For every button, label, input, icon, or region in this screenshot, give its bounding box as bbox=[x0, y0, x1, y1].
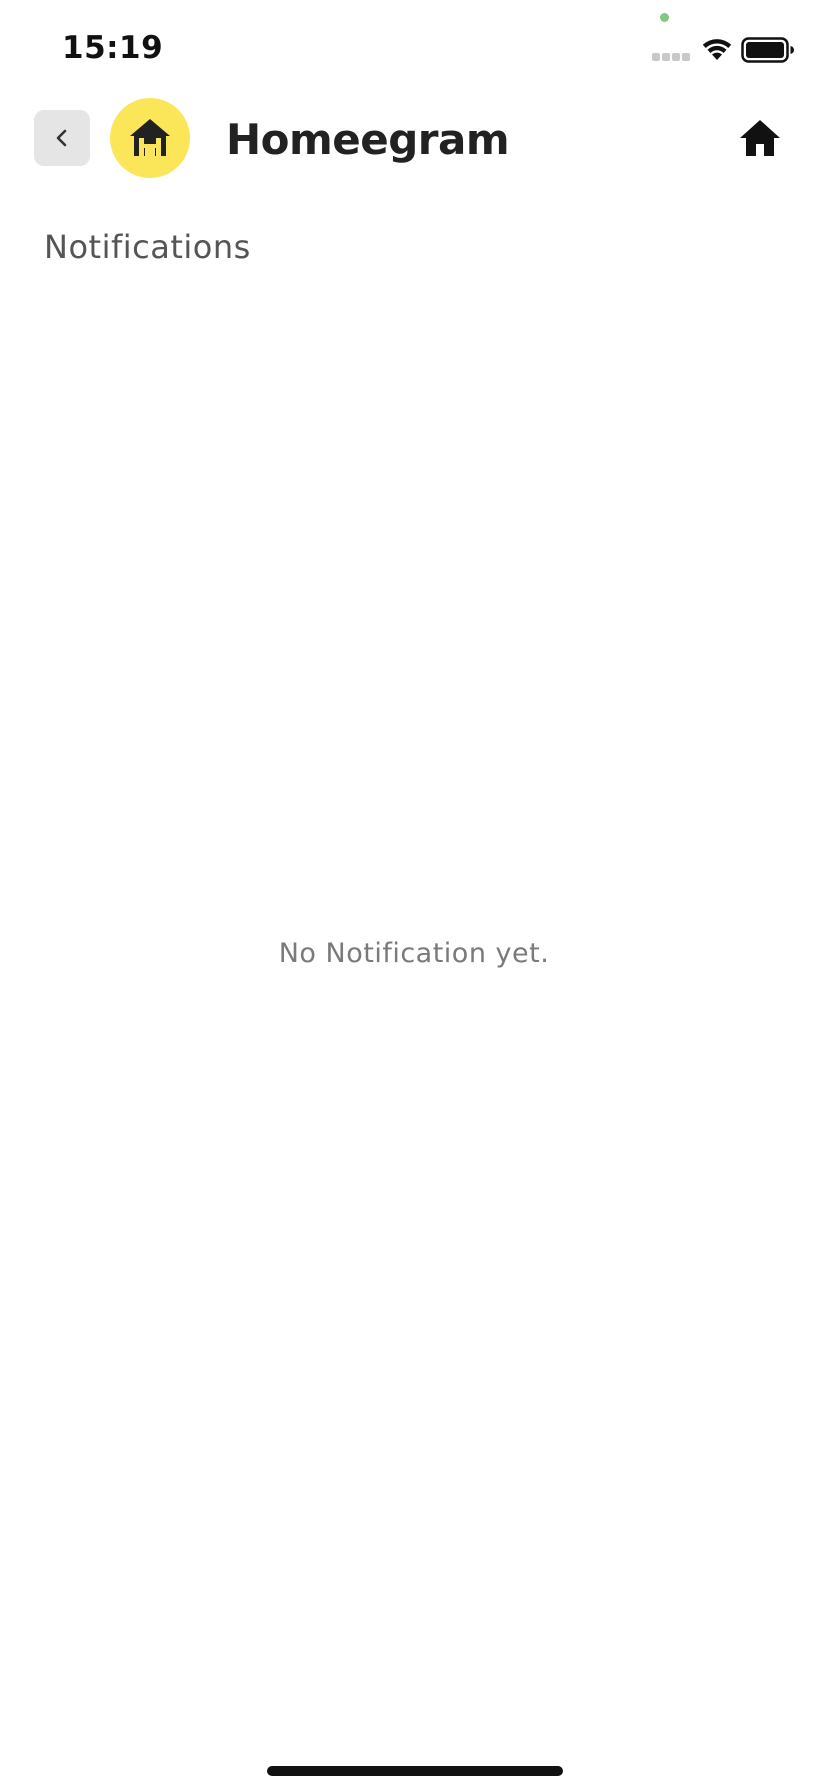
chevron-left-icon bbox=[56, 129, 67, 147]
page-title: Notifications bbox=[44, 228, 251, 266]
status-bar: 15:19 bbox=[0, 0, 828, 88]
wifi-icon bbox=[702, 39, 732, 60]
app-logo bbox=[110, 98, 190, 178]
home-indicator bbox=[267, 1766, 563, 1776]
homeegram-logo-icon bbox=[130, 119, 170, 156]
privacy-indicator-dot bbox=[660, 13, 669, 22]
back-button[interactable] bbox=[34, 110, 90, 166]
status-time: 15:19 bbox=[62, 30, 164, 66]
home-icon bbox=[740, 120, 780, 156]
battery-icon bbox=[741, 37, 794, 63]
home-button[interactable] bbox=[736, 114, 784, 162]
empty-state-message: No Notification yet. bbox=[278, 938, 550, 969]
app-title: Homeegram bbox=[226, 115, 510, 164]
signal-icon bbox=[652, 53, 690, 61]
